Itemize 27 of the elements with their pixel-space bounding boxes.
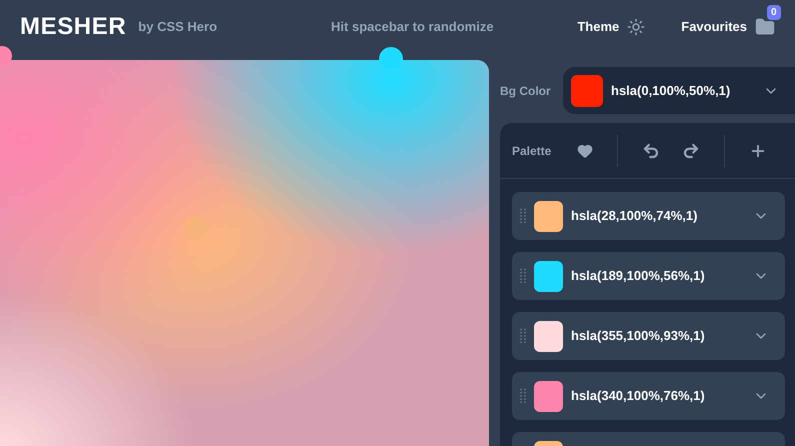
control-point-handle[interactable] [379,47,403,71]
logo[interactable]: MESHER [20,9,126,45]
drag-handle-icon[interactable] [520,328,526,344]
palette-color-row[interactable]: hsla(355,100%,93%,1) [512,312,785,360]
theme-label[interactable]: Theme [577,17,620,37]
color-value: hsla(28,100%,74%,1) [571,207,698,226]
bg-color-label: Bg Color [500,82,552,100]
byline: by CSS Hero [138,18,218,36]
folder-icon[interactable] [755,17,775,37]
palette-color-row[interactable]: hsla(28,100%,74%,1) [512,192,785,240]
favourites-label[interactable]: Favourites [681,17,747,37]
redo-icon[interactable] [682,142,700,160]
bg-color-select[interactable]: hsla(0,100%,50%,1) [563,67,795,114]
color-value: hsla(340,100%,76%,1) [571,387,705,406]
theme-icon[interactable] [627,18,646,36]
undo-icon[interactable] [642,142,660,160]
color-value: hsla(189,100%,56%,1) [571,267,705,286]
palette-color-row[interactable]: hsla(340,100%,76%,1) [512,372,785,420]
drag-handle-icon[interactable] [520,208,526,224]
palette-label: Palette [512,142,552,160]
palette-color-row[interactable]: hsla(189,100%,56%,1) [512,252,785,300]
drag-handle-icon[interactable] [520,268,526,284]
color-value: hsla(355,100%,93%,1) [571,327,705,346]
heart-icon[interactable] [577,142,594,158]
hint-text: Hit spacebar to randomize [331,18,494,36]
count-badge: 0 [767,5,781,20]
drag-handle-icon[interactable] [520,388,526,404]
